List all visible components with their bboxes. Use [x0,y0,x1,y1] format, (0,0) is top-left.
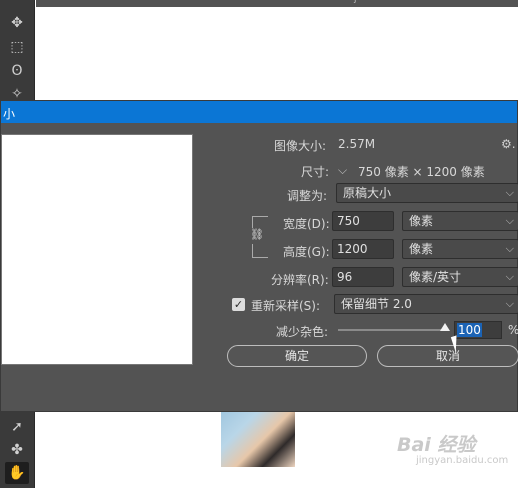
resample-checkbox[interactable]: ✓ [232,298,245,311]
reduce-noise-slider[interactable] [338,329,448,331]
chevron-down-icon: ⌵ [505,242,514,255]
resample-select[interactable]: 保留细节 2.0 ⌵ [334,294,518,314]
resolution-unit-select[interactable]: 像素/英寸 ⌵ [402,267,518,287]
image-preview[interactable] [1,134,193,365]
marquee-tool-icon[interactable]: ⬚ [5,36,29,58]
height-unit-value: 像素 [409,242,434,256]
reduce-noise-unit: % [508,323,518,337]
dialog-titlebar[interactable]: 小 [1,101,517,123]
resample-label: 重新采样(S): [251,299,321,313]
height-input[interactable]: 1200 [332,239,394,259]
custom-shape-tool-icon[interactable]: ✤ [5,439,29,461]
lasso-tool-icon[interactable]: ʘ [5,60,29,82]
link-icon[interactable]: ⛓ [250,228,264,244]
dimensions-label: 尺寸: [301,165,330,179]
cancel-button[interactable]: 取消 [377,345,518,367]
chevron-down-icon: ⌵ [505,270,514,283]
width-input[interactable]: 750 [332,211,394,231]
chevron-down-icon: ⌵ [505,214,514,227]
options-bar-fragment: j [354,0,357,4]
fit-to-label: 调整为: [287,189,328,203]
chevron-down-icon: ⌵ [505,297,514,310]
path-selection-tool-icon[interactable]: ➚ [5,416,29,438]
image-size-label: 图像大小: [274,139,327,153]
resolution-unit-value: 像素/英寸 [409,270,462,284]
resample-value: 保留细节 2.0 [341,297,412,311]
baidu-watermark-url: jingyan.baidu.com [416,455,509,466]
options-bar-strip: j [36,0,518,7]
resolution-label: 分辨率(R): [271,273,329,287]
height-unit-select[interactable]: 像素 ⌵ [402,239,518,259]
reduce-noise-label: 减少杂色: [276,325,329,339]
baidu-watermark: Bai 经验 [397,434,476,456]
dialog-title: 小 [3,107,16,121]
resolution-input[interactable]: 96 [332,267,394,287]
dimensions-chevron-icon[interactable]: ⌵ [338,163,347,178]
width-unit-select[interactable]: 像素 ⌵ [402,211,518,231]
chevron-down-icon: ⌵ [505,186,514,199]
gear-icon[interactable]: ⚙. [501,137,516,151]
fit-to-value: 原稿大小 [343,186,392,200]
image-size-dialog: 小 图像大小: 2.57M ⚙. 尺寸: ⌵ 750 像素 × 1200 像素 … [0,100,518,412]
hand-tool-icon[interactable]: ✋ [5,462,29,484]
reduce-noise-slider-thumb[interactable] [440,323,450,331]
fit-to-select[interactable]: 原稿大小 ⌵ [336,183,518,203]
width-label: 宽度(D): [283,217,330,231]
ok-button[interactable]: 确定 [227,345,367,367]
move-tool-icon[interactable]: ✥ [5,12,29,34]
dimensions-value: 750 像素 × 1200 像素 [358,165,485,179]
height-label: 高度(G): [283,245,330,259]
image-size-value: 2.57M [338,137,376,151]
width-unit-value: 像素 [409,214,434,228]
document-photo-thumbnail [221,409,295,467]
